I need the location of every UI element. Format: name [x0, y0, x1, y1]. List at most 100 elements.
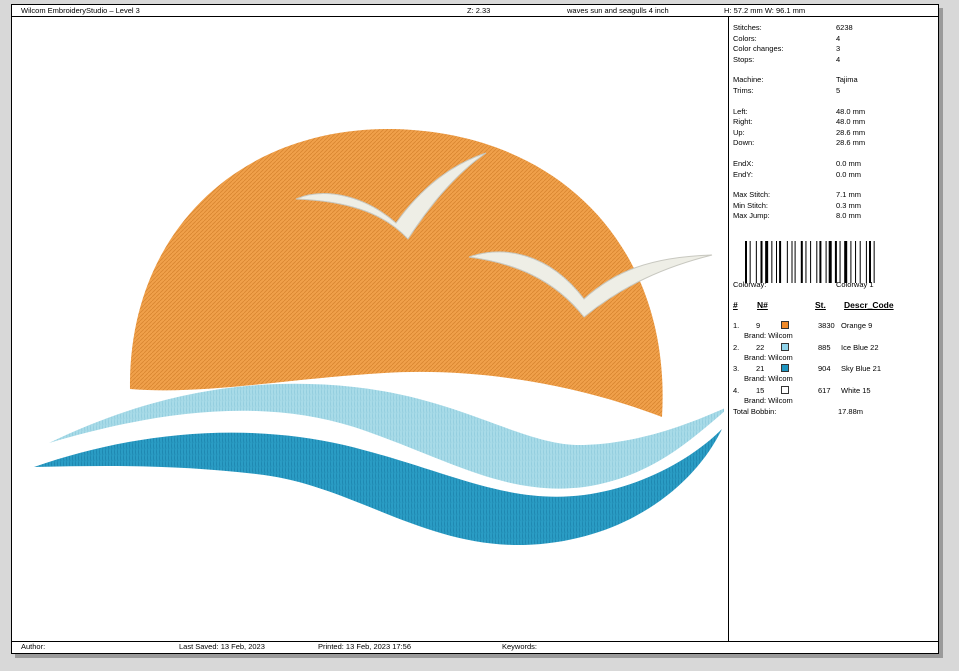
barcode-bar	[786, 241, 788, 283]
colorway-value: Colorway 1	[836, 280, 874, 289]
stat-value: 5	[836, 86, 841, 95]
stat-value: 28.6 mm	[836, 138, 866, 148]
footer-divider	[12, 641, 938, 642]
barcode-bar	[819, 241, 822, 283]
col-header-st: St.	[815, 300, 826, 310]
zoom-readout: Z: 2.33	[467, 6, 491, 15]
col-header-descr: Descr_Code	[844, 300, 894, 310]
row-descr: Ice Blue 22	[841, 342, 879, 352]
stat-value: 0.0 mm	[836, 159, 862, 168]
design-size: H: 57.2 mm W: 96.1 mm	[724, 6, 806, 15]
barcode-bar	[859, 241, 861, 283]
app-title: Wilcom EmbroideryStudio – Level 3	[21, 6, 140, 15]
color-swatch	[781, 342, 789, 351]
stat-value: 28.6 mm	[836, 127, 866, 137]
barcode-bar	[855, 241, 857, 283]
row-needle: 22	[756, 342, 765, 352]
footer-author: Author:	[21, 642, 46, 651]
stat-value: 4	[836, 54, 841, 64]
barcode-bar	[873, 241, 875, 283]
barcode-bar	[749, 241, 751, 283]
barcode-bar	[850, 241, 852, 283]
row-stitches: 885	[818, 342, 831, 352]
page-shadow-right	[939, 8, 943, 658]
stat-value: 6238	[836, 23, 853, 32]
stat-label: Stitches:	[733, 23, 762, 32]
col-header-num: #	[733, 300, 738, 310]
stat-label: Stops:	[733, 54, 755, 64]
row-brand: Brand: Wilcom	[744, 374, 793, 383]
row-stitches: 3830	[818, 321, 835, 330]
row-index: 2.	[733, 342, 740, 352]
stat-label: Min Stitch:	[733, 200, 769, 210]
design-name: waves sun and seagulls 4 inch	[567, 6, 669, 15]
stat-label: Right:	[733, 117, 753, 127]
barcode-bar	[745, 241, 747, 283]
row-stitches: 904	[818, 364, 831, 373]
barcode	[745, 241, 920, 283]
barcode-bar	[755, 241, 757, 283]
stat-value: 48.0 mm	[836, 106, 866, 116]
footer-printed: Printed: 13 Feb, 2023 17:56	[318, 642, 411, 651]
barcode-bar	[869, 241, 871, 283]
stat-value: 8.0 mm	[836, 211, 862, 221]
row-needle: 15	[756, 385, 765, 395]
row-brand: Brand: Wilcom	[744, 352, 793, 362]
col-header-n: N#	[757, 300, 768, 310]
barcode-bar	[805, 241, 807, 283]
stat-label: Left:	[733, 106, 748, 116]
stat-value: 48.0 mm	[836, 117, 866, 127]
footer-keywords: Keywords:	[502, 642, 538, 651]
stat-label: Down:	[733, 138, 755, 148]
stat-value: 0.0 mm	[836, 169, 862, 179]
stat-label: Color changes:	[733, 44, 784, 54]
embroidery-design	[34, 128, 724, 546]
row-brand: Brand: Wilcom	[744, 395, 793, 405]
barcode-bar	[816, 241, 818, 283]
sun-shape	[129, 128, 663, 417]
stat-label: Max Stitch:	[733, 190, 771, 200]
barcode-bar	[776, 241, 777, 283]
row-descr: White 15	[841, 385, 871, 395]
color-swatch	[781, 364, 789, 372]
row-needle: 21	[756, 364, 765, 373]
barcode-graphic	[745, 241, 875, 283]
stat-label: Machine:	[733, 75, 764, 85]
barcode-bar	[810, 241, 812, 283]
row-descr: Orange 9	[841, 321, 873, 330]
stat-value: 3	[836, 44, 841, 54]
stat-label: Max Jump:	[733, 211, 770, 221]
barcode-bar	[791, 241, 793, 283]
barcode-bar	[771, 241, 773, 283]
stat-value: 0.3 mm	[836, 200, 862, 210]
print-preview-sheet: Wilcom EmbroideryStudio – Level 3 Z: 2.3…	[11, 4, 939, 654]
row-index: 1.	[733, 321, 740, 330]
barcode-bar	[779, 241, 782, 283]
total-bobbin-value: 17.88m	[838, 407, 864, 416]
color-swatch	[781, 385, 789, 394]
barcode-bar	[828, 241, 832, 283]
barcode-bar	[765, 241, 769, 283]
row-brand: Brand: Wilcom	[744, 331, 793, 340]
row-needle: 9	[756, 321, 761, 330]
barcode-bar	[865, 241, 867, 283]
stat-label: Trims:	[733, 86, 754, 95]
stat-label: Up:	[733, 127, 745, 137]
panel-divider	[728, 16, 729, 641]
page-shadow-bottom	[15, 654, 943, 658]
row-index: 4.	[733, 385, 740, 395]
barcode-bar	[800, 241, 803, 283]
row-index: 3.	[733, 364, 740, 373]
stat-value: 4	[836, 33, 841, 43]
stat-label: EndX:	[733, 159, 754, 168]
barcode-bar	[825, 241, 827, 283]
row-descr: Sky Blue 21	[841, 364, 882, 373]
stat-value: 7.1 mm	[836, 190, 862, 200]
barcode-bar	[760, 241, 763, 283]
stat-label: EndY:	[733, 169, 754, 179]
barcode-bar	[839, 241, 841, 283]
row-stitches: 617	[818, 385, 831, 395]
barcode-bar	[834, 241, 837, 283]
total-bobbin-label: Total Bobbin:	[733, 407, 777, 416]
stat-value: Tajima	[836, 75, 858, 85]
